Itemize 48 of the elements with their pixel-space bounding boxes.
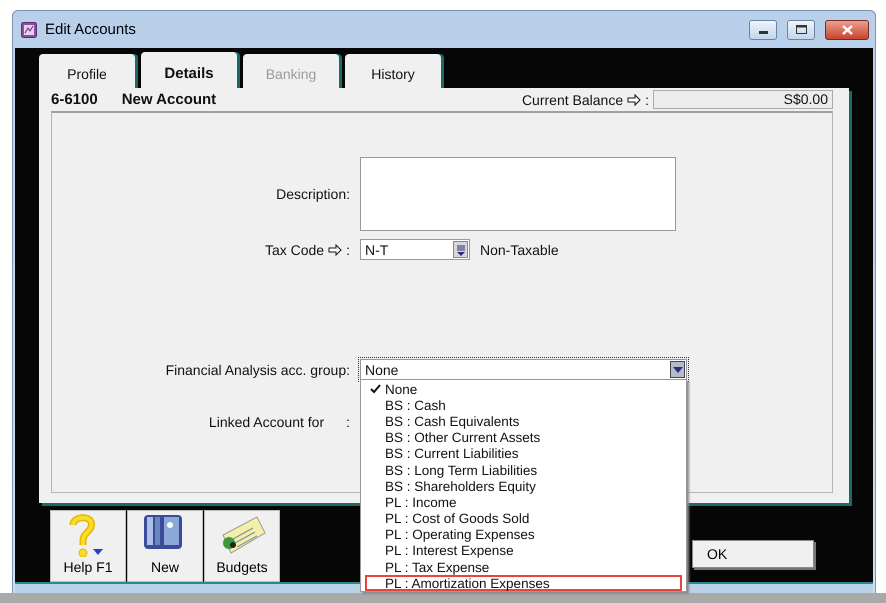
close-button[interactable] — [825, 20, 869, 40]
dropdown-option[interactable]: PL : Cost of Goods Sold — [365, 510, 682, 527]
app-icon — [21, 22, 37, 38]
arrow-icon — [627, 94, 642, 106]
account-name: New Account — [122, 91, 216, 108]
colon-label: : — [346, 242, 350, 258]
dropdown-option[interactable]: PL : Operating Expenses — [365, 526, 682, 543]
account-number: 6-6100 — [51, 91, 98, 108]
maximize-icon — [796, 25, 806, 34]
colon-label: : — [346, 414, 350, 430]
dropdown-option[interactable]: BS : Cash — [365, 397, 682, 414]
list-button[interactable] — [453, 241, 468, 258]
description-field[interactable] — [360, 157, 676, 231]
minimize-button[interactable] — [749, 20, 777, 40]
tax-code-description: Non-Taxable — [480, 242, 559, 258]
toolbar-button[interactable]: Budgets — [204, 510, 280, 582]
dropdown-option[interactable]: PL : Interest Expense — [365, 542, 682, 560]
dropdown-option[interactable]: BS : Shareholders Equity — [365, 478, 682, 494]
tab[interactable]: History — [345, 54, 441, 88]
group-label: Financial Analysis acc. group: — [166, 360, 350, 380]
window-title: Edit Accounts — [45, 21, 137, 38]
tax-code-label: Tax Code — [264, 242, 324, 258]
dropdown-option[interactable]: PL : Income — [365, 494, 682, 510]
dropdown-option[interactable]: PL : Amortization Expenses — [365, 575, 682, 592]
tax-code-field[interactable]: N-T — [360, 239, 470, 260]
maximize-button[interactable] — [787, 20, 815, 40]
dropdown-option[interactable]: BS : Other Current Assets — [365, 430, 682, 446]
group-dropdown[interactable]: None — [360, 359, 687, 380]
dropdown-button[interactable] — [670, 361, 685, 378]
tab[interactable]: Profile — [39, 54, 135, 88]
close-icon — [842, 24, 852, 34]
dropdown-option[interactable]: BS : Cash Equivalents — [365, 413, 682, 430]
toolbar-button[interactable]: Help F1 — [50, 510, 126, 582]
balance-field: S$0.00 — [653, 90, 833, 109]
tab[interactable]: Details — [141, 52, 237, 88]
ok-button[interactable]: OK — [692, 540, 814, 568]
arrow-icon — [328, 244, 342, 256]
dropdown-option[interactable]: BS : Long Term Liabilities — [365, 462, 682, 478]
list-icon — [454, 244, 466, 256]
description-label: Description: — [276, 185, 350, 204]
linked-account-label: Linked Account for — [208, 414, 324, 430]
dropdown-option[interactable]: None — [365, 381, 682, 398]
toolbar-button[interactable]: New — [127, 510, 203, 582]
colon-label: : — [645, 92, 649, 108]
dropdown-option[interactable]: PL : Tax Expense — [365, 559, 682, 576]
checkmark-icon — [370, 384, 380, 394]
dropdown-option[interactable]: BS : Current Liabilities — [365, 446, 682, 462]
balance-label: Current Balance — [522, 92, 624, 108]
